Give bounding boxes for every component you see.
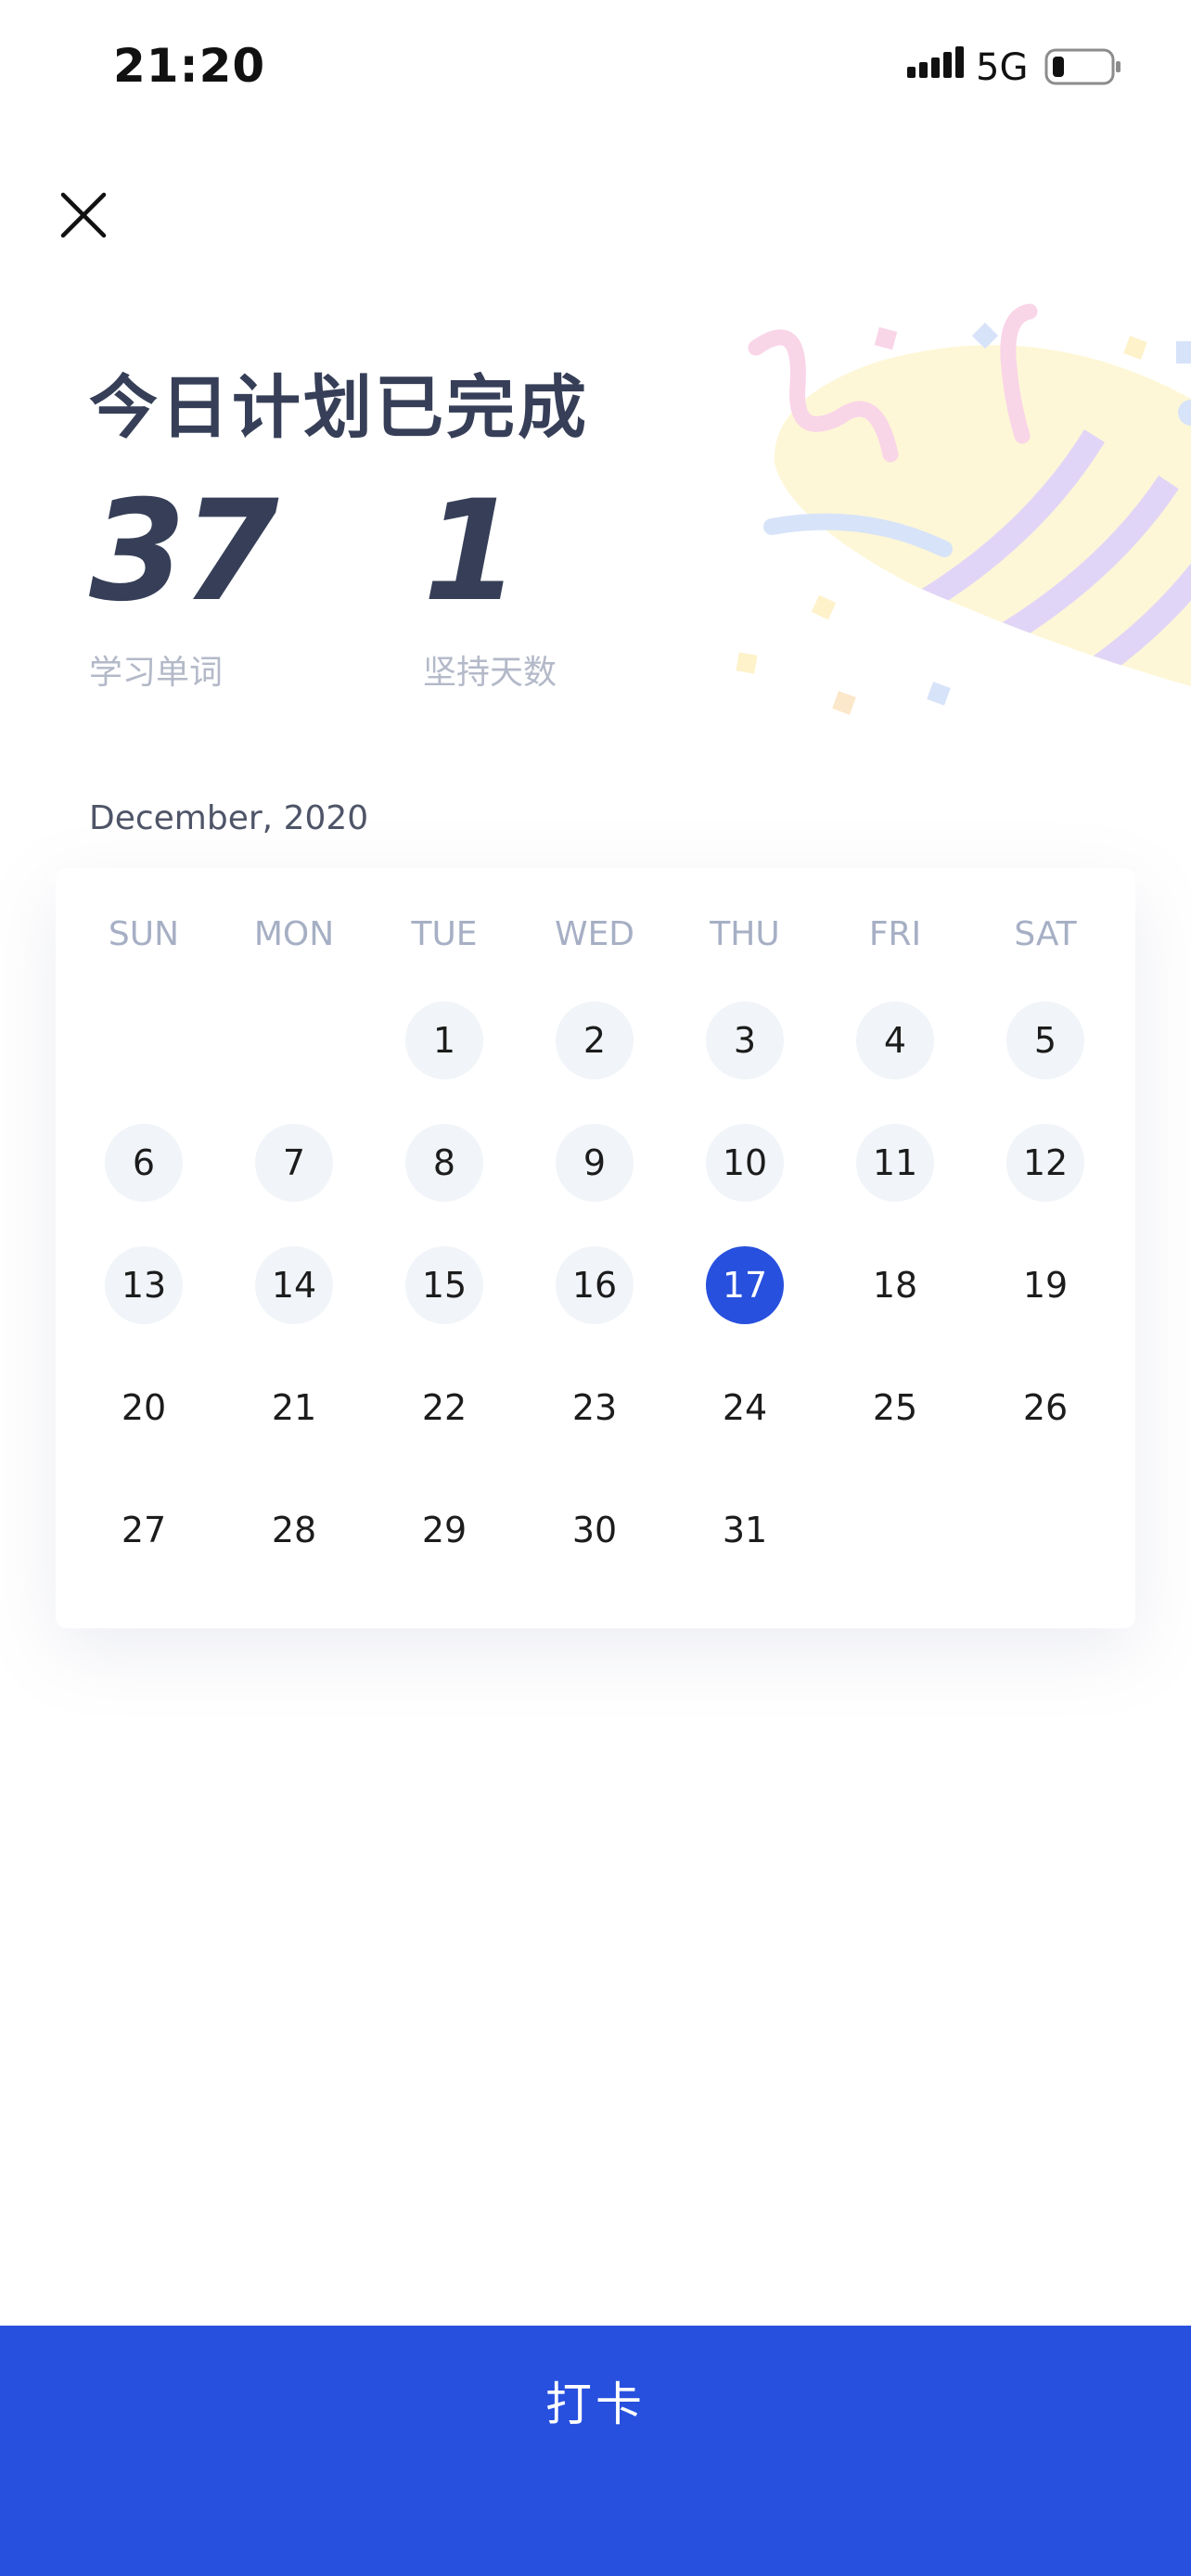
calendar-day[interactable]: 2	[556, 1001, 634, 1079]
calendar-day[interactable]: 9	[556, 1124, 634, 1202]
status-bar: 21:20 5G	[0, 0, 1191, 130]
calendar-day[interactable]: 18	[856, 1246, 934, 1324]
calendar-day[interactable]: 22	[405, 1369, 483, 1447]
weekday-fri: FRI	[868, 915, 922, 953]
calendar-day[interactable]: 15	[405, 1246, 483, 1324]
weekday-sat: SAT	[1014, 915, 1077, 953]
calendar-day[interactable]: 29	[405, 1491, 483, 1569]
calendar-day[interactable]: 24	[706, 1369, 784, 1447]
calendar-day[interactable]: 19	[1006, 1246, 1084, 1324]
calendar-day[interactable]: 12	[1006, 1124, 1084, 1202]
close-button[interactable]	[54, 185, 113, 245]
calendar-day[interactable]: 1	[405, 1001, 483, 1079]
calendar-day[interactable]: 25	[856, 1369, 934, 1447]
weekday-sun: SUN	[108, 915, 180, 953]
calendar-day[interactable]: 14	[255, 1246, 333, 1324]
calendar-day[interactable]: 13	[105, 1246, 183, 1324]
calendar-day-today[interactable]: 17	[706, 1246, 784, 1324]
status-time: 21:20	[113, 39, 266, 93]
calendar-card: SUN MON TUE WED THU FRI SAT 1 2 3 4 5 6 7 8 9 10 11 12 13 14…	[56, 868, 1135, 1628]
calendar-day[interactable]: 8	[405, 1124, 483, 1202]
streak-days-label: 坚持天数	[423, 654, 557, 692]
calendar-day[interactable]: 20	[105, 1369, 183, 1447]
calendar-day[interactable]: 4	[856, 1001, 934, 1079]
signal-icon	[907, 46, 964, 78]
calendar-day[interactable]: 30	[556, 1491, 634, 1569]
weekday-wed: WED	[554, 915, 635, 953]
words-learned-stat: 37 学习单词	[89, 471, 279, 694]
calendar-day[interactable]: 31	[706, 1491, 784, 1569]
calendar-day[interactable]: 3	[706, 1001, 784, 1079]
checkin-button[interactable]: 打卡	[0, 2326, 1191, 2576]
close-icon	[60, 192, 107, 238]
calendar-day[interactable]: 27	[105, 1491, 183, 1569]
weekday-thu: THU	[710, 915, 780, 953]
calendar-day[interactable]: 6	[105, 1124, 183, 1202]
calendar-day[interactable]: 23	[556, 1369, 634, 1447]
calendar-day[interactable]: 11	[856, 1124, 934, 1202]
calendar-day[interactable]: 21	[255, 1369, 333, 1447]
battery-icon	[1044, 48, 1121, 85]
calendar-day[interactable]: 28	[255, 1491, 333, 1569]
calendar-day[interactable]: 16	[556, 1246, 634, 1324]
calendar-day[interactable]: 5	[1006, 1001, 1084, 1079]
calendar-day[interactable]: 7	[255, 1124, 333, 1202]
words-learned-label: 学习单词	[89, 654, 224, 692]
weekday-tue: TUE	[411, 915, 478, 953]
network-label: 5G	[976, 46, 1029, 89]
words-learned-value: 37	[89, 471, 279, 632]
calendar-month-label: December, 2020	[89, 799, 369, 837]
weekday-mon: MON	[253, 915, 335, 953]
calendar-day[interactable]: 26	[1006, 1369, 1084, 1447]
streak-days-value: 1	[423, 471, 519, 632]
party-popper-illustration	[736, 303, 1191, 715]
streak-days-stat: 1 坚持天数	[423, 482, 557, 694]
page-title: 今日计划已完成	[89, 368, 589, 448]
calendar-day[interactable]: 10	[706, 1124, 784, 1202]
